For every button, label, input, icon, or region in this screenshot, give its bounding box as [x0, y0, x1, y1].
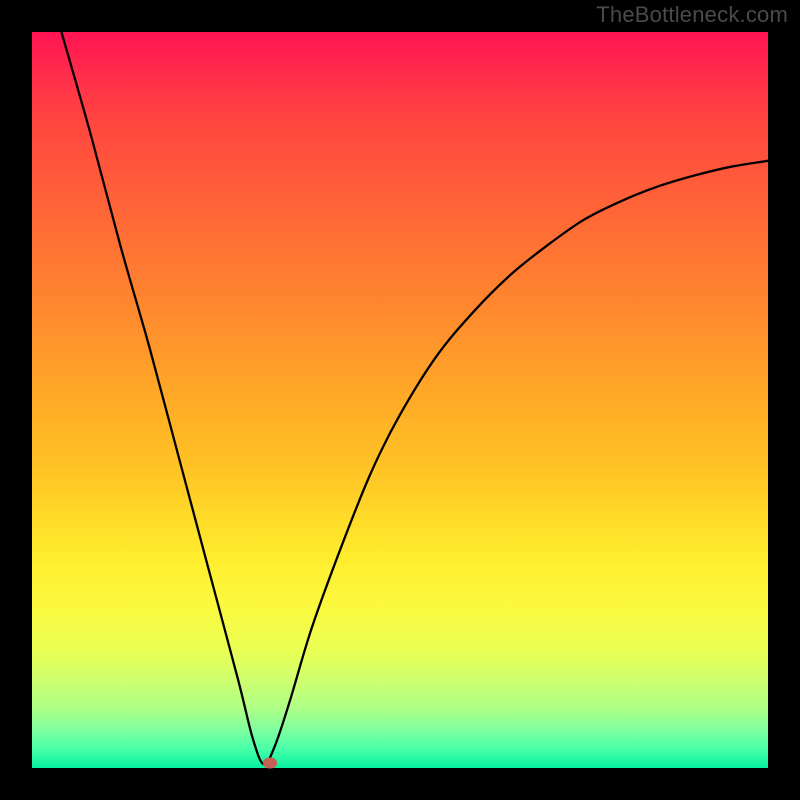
watermark-text: TheBottleneck.com	[596, 2, 788, 28]
chart-frame: TheBottleneck.com	[0, 0, 800, 800]
optimum-marker	[263, 757, 277, 768]
plot-area	[32, 32, 768, 768]
bottleneck-curve	[32, 32, 768, 768]
